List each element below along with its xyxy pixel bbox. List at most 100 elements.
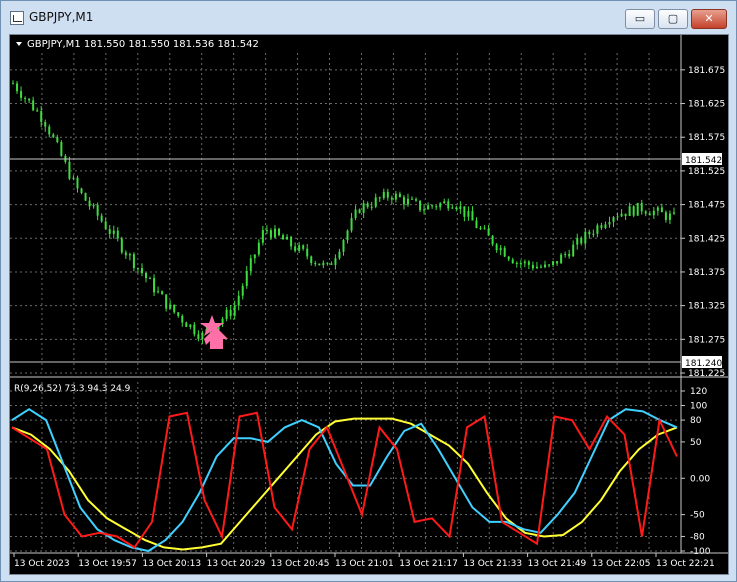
- candle-body: [539, 266, 542, 268]
- candle-body: [402, 197, 405, 205]
- candle-body: [560, 254, 563, 264]
- low-price-label: 181.240: [685, 359, 722, 369]
- candle-body: [394, 193, 397, 200]
- candle-body: [398, 193, 401, 198]
- buy-arrow-icon[interactable]: [200, 315, 228, 349]
- candle-body: [326, 262, 329, 264]
- candle-body: [249, 258, 252, 272]
- candle-body: [140, 268, 143, 274]
- candle-body: [467, 211, 470, 217]
- candle-body: [411, 198, 413, 200]
- candle-body: [350, 218, 353, 231]
- candle-body: [463, 206, 466, 217]
- candle-body: [628, 206, 631, 217]
- candle-body: [519, 262, 522, 264]
- price-tick-label: 181.375: [688, 268, 725, 278]
- candle-body: [16, 83, 19, 92]
- time-tick-label: 13 Oct 21:17: [399, 559, 458, 569]
- candle-body: [44, 121, 47, 127]
- time-tick-label: 13 Oct 22:21: [656, 559, 715, 569]
- candle-body: [431, 205, 434, 207]
- candle-body: [318, 263, 321, 266]
- candle-body: [76, 177, 79, 189]
- candle-body: [245, 271, 248, 286]
- candle-body: [596, 225, 599, 234]
- candle-body: [511, 259, 514, 264]
- candle-body: [330, 263, 333, 265]
- candle-body: [648, 213, 651, 216]
- indicator-tick-label: 120: [690, 387, 707, 397]
- time-tick-label: 13 Oct 21:49: [528, 559, 587, 569]
- candle-body: [56, 137, 59, 143]
- time-tick-label: 13 Oct 21:33: [463, 559, 522, 569]
- chart-area[interactable]: GBPJPY,M1 181.550 181.550 181.536 181.54…: [9, 34, 729, 575]
- candle-body: [92, 204, 95, 207]
- candle-body: [604, 224, 607, 228]
- candle-body: [632, 206, 635, 216]
- candle-body: [672, 212, 675, 214]
- price-candles: [12, 80, 675, 344]
- price-tick-label: 181.275: [688, 335, 725, 345]
- candle-body: [306, 248, 309, 257]
- candle-body: [459, 206, 462, 210]
- candle-body: [342, 240, 345, 252]
- candle-body: [112, 230, 115, 234]
- price-tick-label: 181.475: [688, 201, 725, 211]
- close-button[interactable]: ✕: [691, 9, 727, 29]
- candle-body: [32, 100, 35, 111]
- indicator-header: R(9,26,52) 73.3 94.3 24.9: [14, 384, 131, 394]
- candle-body: [640, 202, 643, 212]
- candle-body: [390, 197, 393, 200]
- candle-body: [664, 212, 667, 220]
- candle-body: [527, 261, 530, 265]
- candle-body: [612, 217, 615, 223]
- candle-body: [660, 207, 663, 213]
- candle-body: [173, 304, 176, 313]
- candle-body: [169, 304, 172, 309]
- candle-body: [580, 237, 583, 244]
- candle-body: [322, 262, 325, 266]
- chart-menu-icon[interactable]: [16, 42, 22, 46]
- candle-body: [358, 209, 361, 213]
- candle-body: [366, 203, 369, 208]
- candle-body: [588, 231, 591, 235]
- candle-body: [261, 230, 264, 243]
- candle-body: [548, 264, 551, 266]
- minimize-button[interactable]: ▭: [625, 9, 655, 29]
- candle-body: [491, 235, 494, 245]
- candle-body: [177, 312, 180, 316]
- candle-body: [499, 247, 502, 251]
- candle-body: [475, 220, 478, 228]
- candle-body: [229, 309, 232, 316]
- candle-body: [225, 309, 228, 319]
- time-tick-label: 13 Oct 22:05: [592, 559, 651, 569]
- price-tick-label: 181.575: [688, 133, 725, 143]
- indicator-tick-label: -50: [690, 511, 705, 521]
- candle-body: [447, 201, 450, 209]
- time-axis: 13 Oct 2023 13 Oct 19:57 13 Oct 20:13 13 Oc…: [13, 553, 715, 569]
- chart-window-icon: [10, 11, 24, 25]
- candle-body: [608, 222, 611, 225]
- candle-body: [241, 285, 244, 296]
- candle-body: [124, 252, 127, 256]
- candle-body: [24, 97, 27, 99]
- price-tick-label: 181.675: [688, 66, 725, 76]
- candle-body: [269, 230, 272, 238]
- candle-body: [165, 294, 168, 309]
- maximize-button[interactable]: ▢: [658, 9, 688, 29]
- candle-body: [265, 230, 268, 232]
- price-header: GBPJPY,M1 181.550 181.550 181.536 181.54…: [27, 39, 259, 50]
- candle-body: [298, 245, 301, 251]
- candle-body: [278, 228, 280, 236]
- price-tick-label: 181.525: [688, 167, 725, 177]
- candle-body: [40, 111, 43, 122]
- indicator-tick-label: -80: [690, 532, 705, 542]
- window-title: GBPJPY,M1: [29, 10, 94, 24]
- candle-body: [282, 235, 285, 240]
- candle-body: [346, 230, 349, 241]
- candle-body: [443, 201, 446, 204]
- candle-body: [378, 197, 381, 199]
- title-bar[interactable]: GBPJPY,M1 ▭ ▢ ✕: [1, 1, 736, 33]
- chart-svg[interactable]: GBPJPY,M1 181.550 181.550 181.536 181.54…: [10, 35, 728, 574]
- candle-body: [132, 254, 135, 269]
